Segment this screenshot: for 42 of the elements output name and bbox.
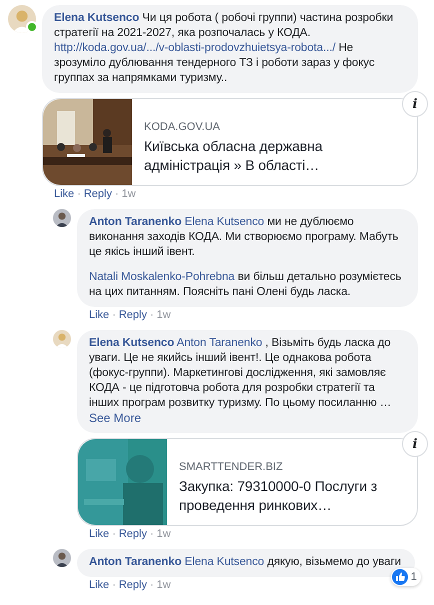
separator-dot: · <box>150 309 154 322</box>
avatar[interactable] <box>53 549 71 567</box>
reply-link[interactable]: Reply <box>118 528 147 541</box>
reply-link[interactable]: Reply <box>84 188 112 201</box>
separator-dot: · <box>112 579 116 592</box>
comment-text: Anton Taranenko Elena Kutsenco ми не дублюємо виконання заходів КОДА. Ми створюємо програму. Мабуть це якісь інший івент. <box>89 215 400 260</box>
mention-link[interactable]: Anton Taranenko <box>176 337 262 349</box>
like-link[interactable]: Like <box>54 188 74 201</box>
url-link[interactable]: http://koda.gov.ua/.../v-oblasti-prodovzhuietsya-robota.../ <box>54 42 336 54</box>
mention-link[interactable]: Elena Kutsenco <box>184 216 264 228</box>
comment-text: Anton Taranenko Elena Kutsenco дякую, візьмемо до уваги <box>89 555 401 570</box>
separator-dot: · <box>114 188 119 201</box>
author-link[interactable]: Elena Kutsenco <box>54 12 140 24</box>
reaction-count: 1 <box>410 571 417 583</box>
separator-dot: · <box>112 309 116 322</box>
link-title: Закупка: 79310000-0 Послуги з проведення ринкових… <box>179 477 378 515</box>
avatar[interactable] <box>53 209 71 227</box>
comment-text: Elena Kutsenco Anton Taranenko , Візьміть будь ласка до уваги. Це не якийсь інший івент!. Це однакова робота (фокус-группи). Маркетингові дослідження, які замовляє КОДА - це підготовча робота для розробки стратегії та інших програм розвитку туризму. По цьому посиланню … <box>89 336 392 411</box>
separator-dot: · <box>150 579 154 592</box>
reply-link[interactable]: Reply <box>118 579 147 592</box>
mention-link[interactable]: Natali Moskalenko-Pohrebna <box>89 271 235 283</box>
like-link[interactable]: Like <box>89 528 110 541</box>
comment-text: Elena Kutsenco Чи ця робота ( робочі группи) частина розробки стратегії на 2021-2027, яка розпочалась у КОДА. http://koda.gov.ua/.../v-oblasti-prodovzhuietsya-robota.../ Не зрозуміло дублювання тендерного ТЗ і роботи зараз у фокус группах за напрямками туризму.. <box>54 11 394 86</box>
reaction-badge[interactable]: 1 <box>390 568 421 586</box>
info-button[interactable]: i <box>402 91 428 117</box>
comment-text: Natali Moskalenko-Pohrebna ви більш детально розумієтесь на цих питанням. Поясніть пані Олені будь ласка. <box>89 270 402 300</box>
see-more-link[interactable]: See More <box>89 411 142 426</box>
separator-dot: · <box>150 528 154 541</box>
author-link[interactable]: Anton Taranenko <box>89 216 182 228</box>
like-icon <box>392 569 408 585</box>
like-link[interactable]: Like <box>89 309 110 322</box>
info-button[interactable]: i <box>402 431 428 457</box>
reply-link[interactable]: Reply <box>118 309 147 322</box>
mention-link[interactable]: Elena Kutsenco <box>184 556 264 568</box>
link-domain: SMARTTENDER.BIZ <box>179 460 284 474</box>
separator-dot: · <box>112 528 116 541</box>
author-link[interactable]: Elena Kutsenco <box>89 337 174 349</box>
like-link[interactable]: Like <box>89 579 110 592</box>
link-domain: KODA.GOV.UA <box>144 120 222 134</box>
separator-dot: · <box>77 188 81 201</box>
link-title: Київська обласна державна адміністрація » В області… <box>144 137 324 175</box>
author-link[interactable]: Anton Taranenko <box>89 556 182 568</box>
